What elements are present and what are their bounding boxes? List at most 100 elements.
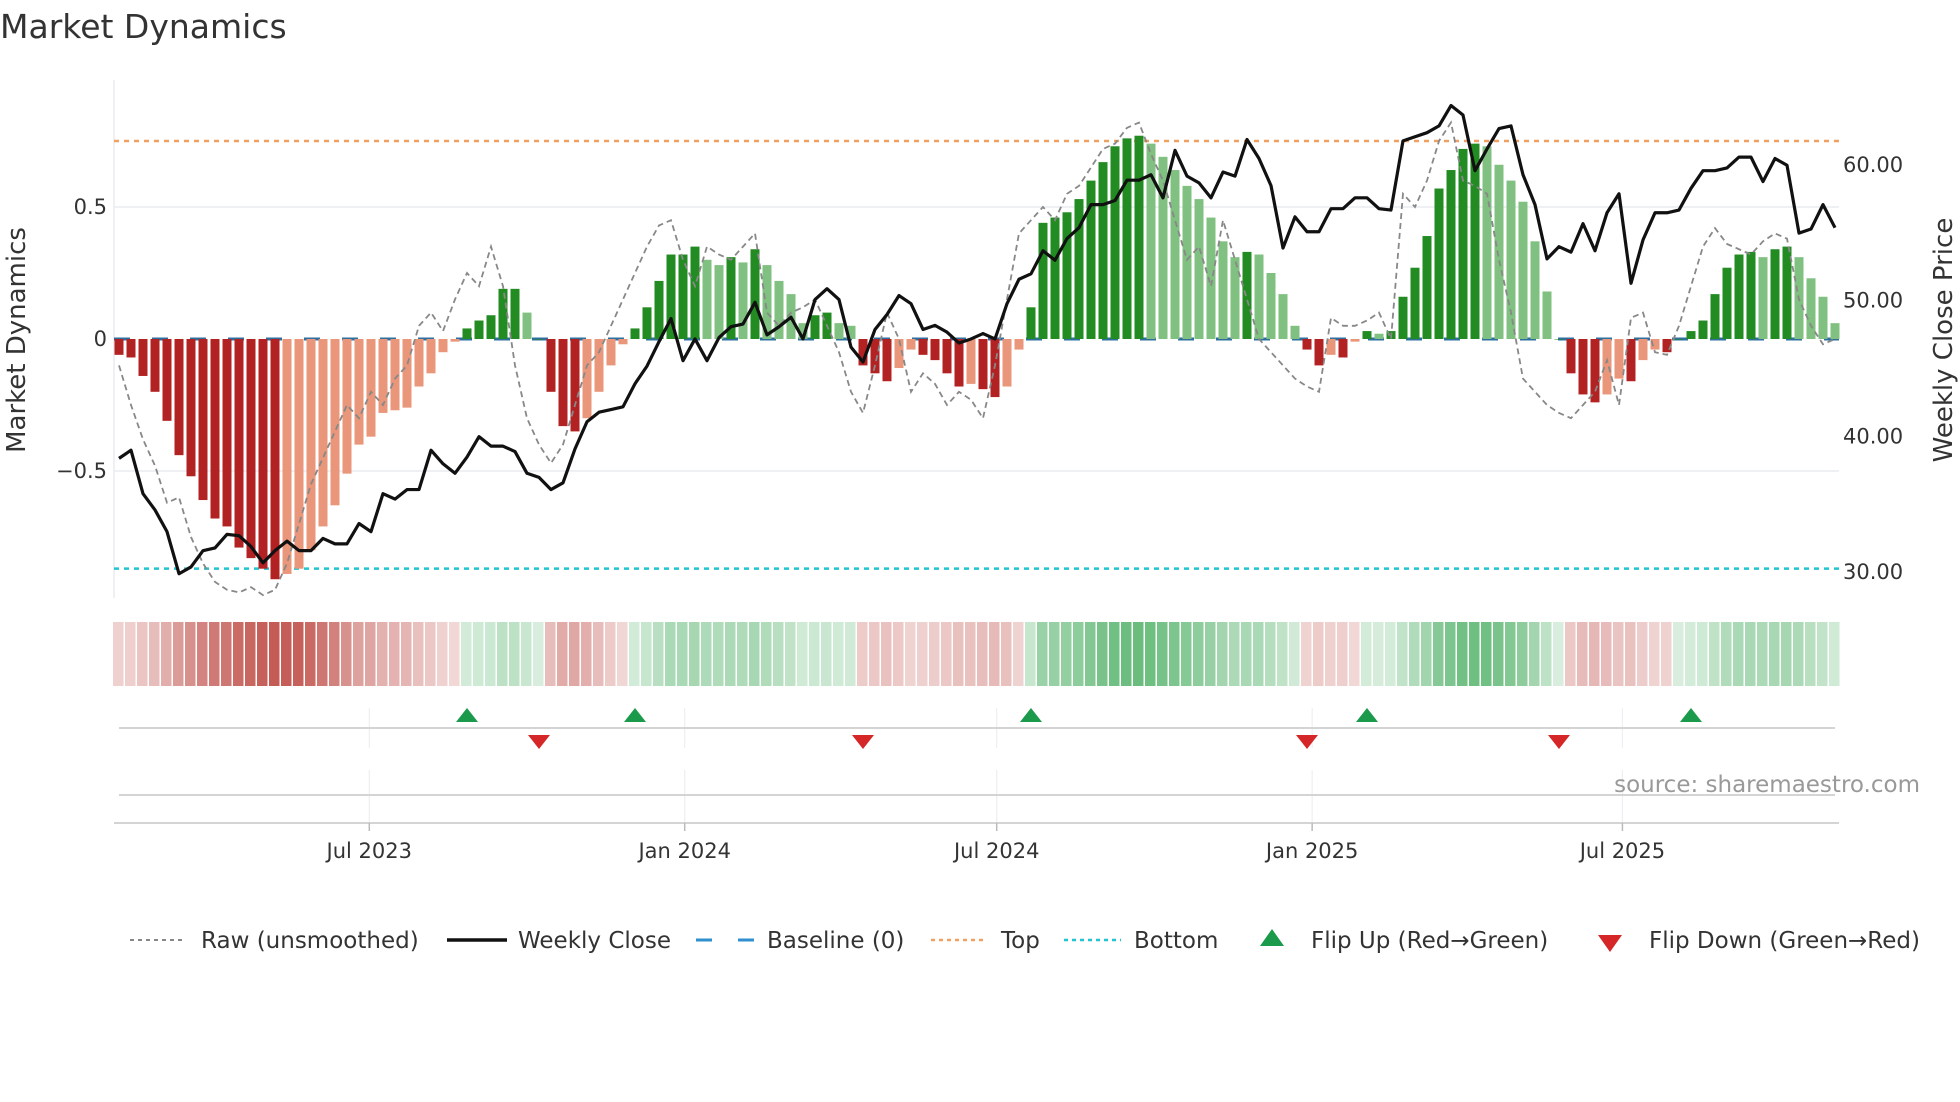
regime-cell xyxy=(797,622,808,686)
dynamics-bar xyxy=(1374,333,1384,339)
regime-cell xyxy=(773,622,784,686)
flip-down-marker xyxy=(528,735,550,749)
legend-flip-up-label: Flip Up (Red→Green) xyxy=(1311,928,1548,954)
regime-cell xyxy=(413,622,424,686)
dynamics-bar xyxy=(1182,185,1192,339)
regime-cell xyxy=(1529,622,1540,686)
dynamics-bar xyxy=(1002,339,1012,387)
flip-up-legend-icon xyxy=(1260,929,1284,946)
regime-cell xyxy=(977,622,988,686)
regime-cell xyxy=(893,622,904,686)
regime-cell xyxy=(1313,622,1324,686)
regime-cell xyxy=(881,622,892,686)
dynamics-bar xyxy=(1710,294,1720,339)
regime-cell xyxy=(1709,622,1720,686)
dynamics-bar xyxy=(1350,339,1360,342)
regime-cell xyxy=(1637,622,1648,686)
dynamics-bar xyxy=(882,339,892,382)
dynamics-bar xyxy=(306,339,316,551)
dynamics-bar xyxy=(282,339,292,574)
regime-cell xyxy=(1805,622,1816,686)
x-tick-label: Jul 2023 xyxy=(325,839,412,863)
dynamics-bar xyxy=(630,328,640,339)
dynamics-bar xyxy=(1806,278,1816,339)
flip-down-marker xyxy=(852,735,874,749)
regime-cell xyxy=(713,622,724,686)
flip-up-marker xyxy=(1680,708,1702,722)
regime-cell xyxy=(1205,622,1216,686)
regime-cell xyxy=(1589,622,1600,686)
dynamics-bar xyxy=(1434,188,1444,339)
dynamics-bar xyxy=(1422,236,1432,339)
dynamics-bar xyxy=(1338,339,1348,358)
regime-cell xyxy=(473,622,484,686)
dynamics-bar xyxy=(546,339,556,392)
regime-cell xyxy=(113,622,124,686)
regime-cell xyxy=(293,622,304,686)
x-tick-label: Jan 2025 xyxy=(1264,839,1359,863)
regime-cell xyxy=(1049,622,1060,686)
dynamics-bar xyxy=(1830,323,1840,339)
dynamics-bar xyxy=(414,339,424,387)
dynamics-bar xyxy=(966,339,976,384)
dynamics-bar xyxy=(198,339,208,501)
dynamics-bar xyxy=(582,339,592,419)
legend-bottom-label: Bottom xyxy=(1134,928,1218,954)
dynamics-bar xyxy=(498,288,508,339)
dynamics-bar xyxy=(930,339,940,361)
regime-cell xyxy=(1625,622,1636,686)
regime-cell xyxy=(401,622,412,686)
regime-cell xyxy=(1337,622,1348,686)
dynamics-bar xyxy=(570,339,580,432)
regime-cell xyxy=(761,622,772,686)
legend-baseline-label: Baseline (0) xyxy=(767,928,904,954)
dynamics-bar xyxy=(1122,138,1132,339)
dynamics-bar xyxy=(1266,273,1276,339)
regime-cell xyxy=(845,622,856,686)
regime-cell xyxy=(1721,622,1732,686)
regime-cell xyxy=(341,622,352,686)
dynamics-bar xyxy=(330,339,340,506)
dynamics-bar xyxy=(810,315,820,339)
dynamics-bar xyxy=(1494,164,1504,339)
regime-cell xyxy=(1157,622,1168,686)
regime-cell xyxy=(1253,622,1264,686)
dynamics-bar xyxy=(1818,296,1828,339)
dynamics-bar xyxy=(1050,217,1060,339)
regime-cell xyxy=(1361,622,1372,686)
dynamics-bar xyxy=(1446,170,1456,339)
dynamics-bar xyxy=(1362,331,1372,339)
flip-up-marker xyxy=(1020,708,1042,722)
regime-cell xyxy=(1469,622,1480,686)
regime-cell xyxy=(1133,622,1144,686)
regime-cell xyxy=(965,622,976,686)
dynamics-bar xyxy=(654,280,664,339)
flip-down-marker xyxy=(1296,735,1318,749)
regime-cell xyxy=(581,622,592,686)
regime-cell xyxy=(809,622,820,686)
legend-price-label: Weekly Close xyxy=(518,928,671,954)
dynamics-bar xyxy=(1746,251,1756,339)
dynamics-bar xyxy=(270,339,280,580)
dynamics-bar xyxy=(174,339,184,456)
dynamics-bar xyxy=(1146,143,1156,339)
regime-cell xyxy=(665,622,676,686)
dynamics-bar xyxy=(1614,339,1624,379)
regime-cell xyxy=(1409,622,1420,686)
dynamics-bar xyxy=(1302,339,1312,350)
regime-cell xyxy=(173,622,184,686)
regime-cell xyxy=(1457,622,1468,686)
regime-cell xyxy=(317,622,328,686)
x-tick-label: Jul 2024 xyxy=(952,839,1039,863)
regime-cell xyxy=(353,622,364,686)
regime-cell xyxy=(245,622,256,686)
regime-cell xyxy=(725,622,736,686)
regime-cell xyxy=(161,622,172,686)
dynamics-bar xyxy=(1602,339,1612,395)
regime-cell xyxy=(1193,622,1204,686)
dynamics-bars xyxy=(114,135,1840,580)
dynamics-bar xyxy=(1410,267,1420,339)
dynamics-bar xyxy=(114,339,124,355)
regime-cell xyxy=(1001,622,1012,686)
dynamics-bar xyxy=(1506,180,1516,339)
